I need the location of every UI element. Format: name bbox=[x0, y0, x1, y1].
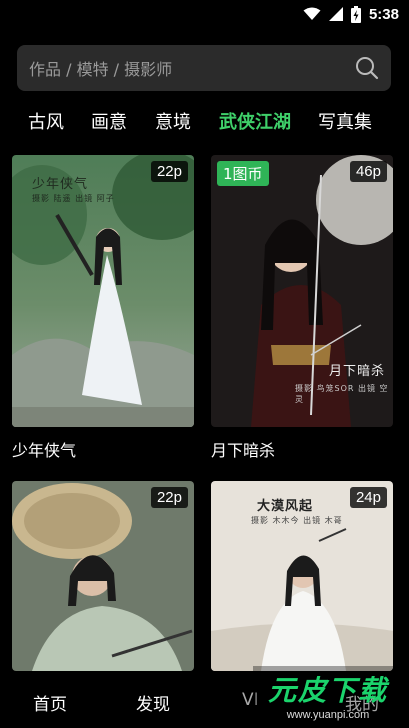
search-box[interactable]: 作品 / 模特 / 摄影师 bbox=[17, 45, 391, 91]
search-placeholder[interactable]: 作品 / 模特 / 摄影师 bbox=[29, 56, 355, 80]
watermark-url: www.yuanpi.com bbox=[286, 709, 370, 721]
page-count-badge: 24p bbox=[349, 487, 387, 508]
photo-title-text: 月下暗杀 bbox=[329, 364, 386, 379]
album-cover[interactable]: 少年侠气 摄影 陆遥 出镜 阿子 22p bbox=[12, 155, 194, 427]
signal-icon bbox=[328, 7, 343, 21]
page-count-badge: 46p bbox=[349, 161, 387, 182]
album-cover[interactable]: 22p bbox=[12, 481, 194, 671]
watermark-logo: 元皮下载 bbox=[267, 674, 388, 707]
album-card[interactable]: 24p 大漠风起 摄影 木木今 出镜 木哥 bbox=[211, 481, 393, 671]
watermark: 元皮下载 www.yuanpi.com bbox=[253, 666, 403, 724]
photo-credit-text: 摄影 陆遥 出镜 阿子 bbox=[32, 194, 115, 203]
tab-yijing[interactable]: 意境 bbox=[155, 108, 191, 134]
tab-wuxia-jianghu[interactable]: 武侠江湖 bbox=[219, 108, 291, 134]
tab-gufeng[interactable]: 古风 bbox=[28, 108, 64, 134]
photo-title-text: 少年侠气 bbox=[32, 177, 89, 192]
album-card[interactable]: 22p bbox=[12, 481, 194, 671]
album-card[interactable]: 少年侠气 摄影 陆遥 出镜 阿子 22p 少年侠气 bbox=[12, 155, 194, 461]
page-count-badge: 22p bbox=[150, 161, 188, 182]
status-bar: 5:38 bbox=[0, 0, 409, 28]
status-time: 5:38 bbox=[368, 5, 399, 23]
screen: 5:38 作品 / 模特 / 摄影师 古风 画意 意境 武侠江湖 写真集 少年侠… bbox=[0, 0, 409, 728]
album-title[interactable]: 月下暗杀 bbox=[211, 437, 393, 461]
album-cover[interactable]: 24p 大漠风起 摄影 木木今 出镜 木哥 bbox=[211, 481, 393, 671]
search-icon[interactable] bbox=[355, 56, 379, 80]
page-count-badge: 22p bbox=[150, 487, 188, 508]
tab-xiezhenji[interactable]: 写真集 bbox=[318, 108, 372, 134]
photo-title-text: 大漠风起 bbox=[257, 499, 314, 514]
wifi-icon bbox=[303, 7, 321, 21]
tab-huayi[interactable]: 画意 bbox=[91, 108, 127, 134]
photo-credit-text: 摄影 鸟笼SOR 出镜 空灵 bbox=[295, 384, 389, 404]
photo-credit-text: 摄影 木木今 出镜 木哥 bbox=[251, 516, 343, 525]
battery-charging-icon bbox=[350, 5, 361, 23]
nav-home[interactable]: 首页 bbox=[33, 690, 67, 715]
album-card[interactable]: 1图币 46p 月下暗杀 摄影 鸟笼SOR 出镜 空灵 月下暗杀 bbox=[211, 155, 393, 461]
album-cover[interactable]: 1图币 46p 月下暗杀 摄影 鸟笼SOR 出镜 空灵 bbox=[211, 155, 393, 427]
album-title[interactable]: 少年侠气 bbox=[12, 437, 194, 461]
category-tabs: 古风 画意 意境 武侠江湖 写真集 bbox=[0, 100, 409, 140]
nav-discover[interactable]: 发现 bbox=[136, 690, 170, 715]
coin-price-badge: 1图币 bbox=[217, 161, 269, 186]
